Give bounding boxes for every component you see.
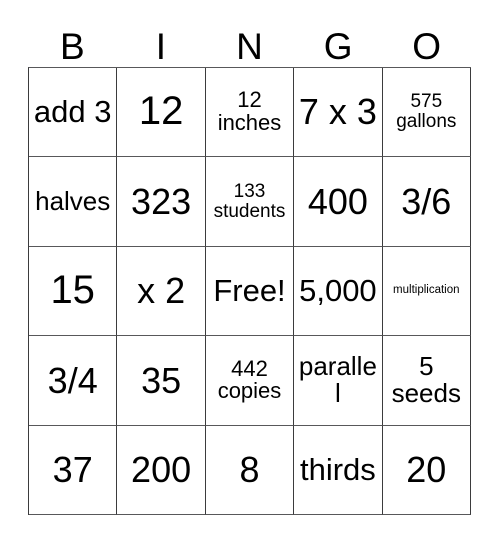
bingo-cell-n-2[interactable]: 133 students	[205, 157, 295, 247]
bingo-cell-text: 15	[50, 268, 95, 313]
bingo-cell-b-2[interactable]: halves	[29, 157, 118, 247]
bingo-cell-b-5[interactable]: 37	[29, 425, 118, 515]
bingo-cell-text: 5 seeds	[391, 351, 461, 409]
bingo-grid: add 3 12 12 inches 7 x 3 575 gallons halves 32…	[28, 67, 471, 515]
bingo-cell-text: 35	[141, 359, 182, 401]
bingo-cell-g-2[interactable]: 400	[294, 157, 383, 247]
bingo-cell-n-5[interactable]: 8	[205, 425, 295, 515]
bingo-cell-text: 12	[138, 89, 184, 134]
bingo-cell-text: Free!	[213, 272, 286, 308]
bingo-cell-n-4[interactable]: 442 copies	[205, 336, 295, 426]
bingo-cell-g-1[interactable]: 7 x 3	[294, 68, 383, 158]
bingo-cell-text: 3/6	[401, 180, 452, 222]
bingo-cell-text: 133 students	[213, 180, 286, 222]
bingo-header-letter-b: B	[28, 22, 117, 67]
header-letter-text: B	[59, 26, 85, 67]
bingo-header-letter-o: O	[382, 22, 471, 67]
header-letter-text: O	[412, 26, 442, 67]
bingo-cell-o-5[interactable]: 20	[382, 425, 471, 515]
bingo-cell-text: 442 copies	[217, 355, 282, 404]
bingo-cell-text: parallel	[298, 351, 377, 409]
bingo-cell-text: 5,000	[299, 272, 377, 308]
bingo-cell-o-2[interactable]: 3/6	[382, 157, 471, 247]
bingo-free-space-cell[interactable]: Free!	[205, 246, 295, 337]
bingo-cell-n-1[interactable]: 12 inches	[205, 68, 295, 158]
bingo-cell-b-3[interactable]: 15	[29, 246, 118, 337]
bingo-cell-text: 7 x 3	[298, 91, 377, 133]
bingo-cell-o-1[interactable]: 575 gallons	[382, 68, 471, 158]
bingo-header-letter-g: G	[294, 22, 383, 67]
bingo-cell-text: x 2	[137, 270, 186, 312]
header-letter-text: N	[236, 26, 263, 67]
bingo-cell-text: halves	[35, 186, 111, 217]
bingo-card: B I N G O add 3 12 12 inches 7 x 3 575 gallo…	[0, 0, 500, 544]
bingo-cell-o-4[interactable]: 5 seeds	[382, 336, 471, 426]
header-letter-text: I	[155, 26, 167, 67]
bingo-cell-text: 8	[239, 449, 260, 491]
bingo-cell-b-4[interactable]: 3/4	[29, 336, 118, 426]
bingo-cell-text: add 3	[33, 94, 112, 130]
header-letter-text: G	[323, 26, 353, 67]
bingo-cell-g-4[interactable]: parallel	[294, 336, 383, 426]
bingo-cell-text: 323	[131, 180, 192, 222]
bingo-cell-g-5[interactable]: thirds	[294, 425, 383, 515]
bingo-header-letter-n: N	[205, 22, 294, 67]
bingo-cell-text: 200	[131, 449, 192, 491]
bingo-header-row: B I N G O	[28, 22, 471, 67]
bingo-cell-i-3[interactable]: x 2	[117, 246, 206, 337]
bingo-cell-o-3[interactable]: multiplication	[382, 246, 471, 337]
bingo-cell-text: multiplication	[393, 284, 460, 297]
bingo-cell-i-1[interactable]: 12	[117, 68, 206, 158]
bingo-header-letter-i: I	[117, 22, 206, 67]
bingo-cell-text: 20	[406, 449, 447, 491]
bingo-cell-g-3[interactable]: 5,000	[294, 246, 383, 337]
bingo-cell-text: thirds	[299, 451, 376, 487]
bingo-cell-text: 575 gallons	[396, 91, 457, 133]
bingo-cell-i-2[interactable]: 323	[117, 157, 206, 247]
bingo-cell-i-4[interactable]: 35	[117, 336, 206, 426]
bingo-cell-i-5[interactable]: 200	[117, 425, 206, 515]
bingo-cell-text: 400	[307, 180, 368, 222]
bingo-cell-b-1[interactable]: add 3	[29, 68, 118, 158]
bingo-cell-text: 37	[52, 449, 93, 491]
bingo-cell-text: 3/4	[47, 359, 98, 401]
bingo-cell-text: 12 inches	[217, 87, 282, 136]
